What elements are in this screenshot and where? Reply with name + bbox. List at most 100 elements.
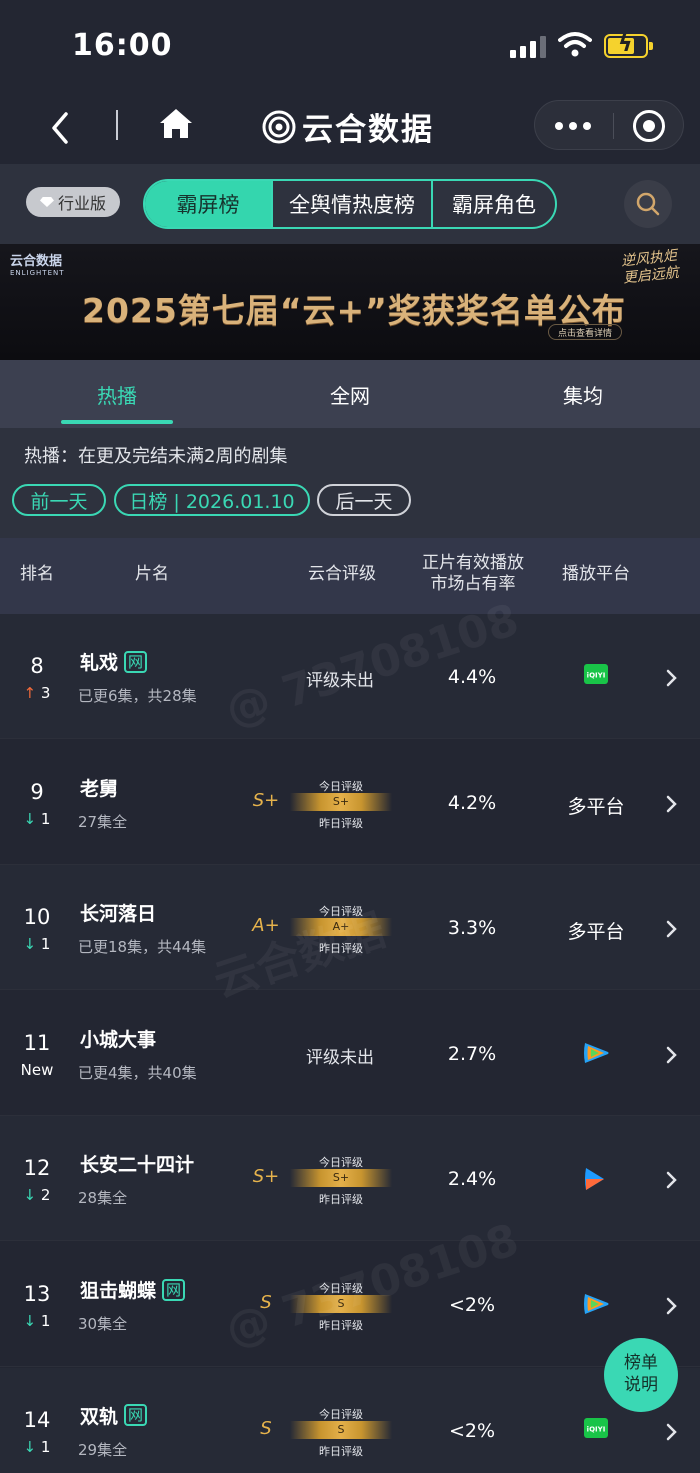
episode-info: 29集全 [78,1440,128,1459]
rating-grade: S+ [252,1166,280,1188]
edition-badge[interactable]: 行业版 [26,187,120,217]
search-button[interactable] [624,180,672,228]
table-row[interactable]: 8 ↑ 3 轧戏网已更6集，共28集 评级未出 4.4% iQIYI [0,614,700,739]
show-title: 狙击蝴蝶 [80,1280,157,1302]
trend-value: 2 [40,1186,51,1205]
battery-icon: ϟ [604,32,653,58]
rank-trend: ↓ 1 [14,810,60,828]
svg-text:iQIYI: iQIYI [587,672,606,680]
rank-number: 9 [30,779,44,804]
close-miniprogram-icon[interactable] [633,110,665,142]
rating-bar-grade: S [337,1297,345,1310]
title-name: 轧戏网 [80,648,148,675]
title-name: 双轨网 [80,1402,148,1429]
table-row[interactable]: 10 ↓ 1 长河落日 已更18集，共44集 A+ 今日评级 A+ 昨日评级 3.3% 多平台 [0,865,700,991]
rank-number: 11 [23,1030,51,1055]
youku-icon [582,1166,608,1196]
tab-hot-airing[interactable]: 热播 [62,380,172,409]
tab-episode-average[interactable]: 集均 [528,380,638,409]
rank-trend: ↓ 1 [14,935,60,953]
fab-line1: 榜单 [624,1353,658,1373]
show-title: 老舅 [80,777,119,800]
mini-program-capsule [534,100,684,150]
rank-trend-new: New [20,1060,54,1079]
trend-value: 1 [40,809,51,828]
banner-cta[interactable]: 点击查看详情 [548,324,622,340]
rating-bar: 今日评级 S+ 昨日评级 [290,776,392,832]
chevron-right-icon[interactable] [664,794,678,814]
rating-grade: S [260,1417,272,1439]
table-row[interactable]: 14 ↓ 1 双轨网 29集全 S 今日评级 S 昨日评级 <2% iQIYI [0,1367,700,1473]
ranking-type-tabs: 霸屏榜 全舆情热度榜 霸屏角色 [143,179,557,229]
banner-logo: 云合数据 ENLIGHTENT [10,250,65,277]
chevron-right-icon[interactable] [664,1170,678,1190]
tab-public-opinion[interactable]: 全舆情热度榜 [271,181,431,227]
table-row[interactable]: 13 ↓ 1 狙击蝴蝶网 30集全 S 今日评级 S 昨日评级 <2% [0,1242,700,1367]
tab-all-network[interactable]: 全网 [295,380,405,409]
search-icon [636,192,660,216]
date-picker-button[interactable]: 日榜 | 2026.01.10 [114,484,310,516]
rank-number: 14 [23,1407,51,1432]
trend-arrow-down-icon: ↓ [23,1312,37,1330]
cellular-signal-icon [510,36,546,58]
trend-arrow-down-icon: ↓ [23,1437,37,1456]
prev-day-button[interactable]: 前一天 [12,484,106,516]
rank-trend: ↓ 1 [14,1312,60,1330]
chevron-right-icon[interactable] [664,919,678,939]
trend-value: 3 [40,684,51,702]
table-header: 排名 片名 云合评级 正片有效播放 市场占有率 播放平台 [0,538,700,614]
table-row[interactable]: 12 ↓ 2 长安二十四计 28集全 S+ 今日评级 S+ 昨日评级 2.4% [0,1116,700,1242]
show-title: 小城大事 [80,1028,157,1051]
table-row[interactable]: 11 New 小城大事 已更4集，共40集 评级未出 2.7% [0,990,700,1116]
web-drama-badge: 网 [162,1278,186,1301]
chevron-right-icon[interactable] [664,668,678,688]
episode-info: 27集全 [78,812,128,831]
banner-logo-sub: ENLIGHTENT [10,269,65,277]
market-share: <2% [448,1294,496,1316]
rating-today-label: 今日评级 [319,1282,363,1295]
status-bar: 16:00 ϟ [0,0,700,92]
market-share: 2.4% [447,1168,497,1191]
market-share: 3.3% [447,917,497,940]
market-share: 4.2% [447,791,497,814]
home-icon[interactable] [158,106,194,142]
iqiyi-icon: iQIYI [584,1417,608,1442]
ranking-explanation-button[interactable]: 榜单 说明 [604,1338,678,1412]
rank-number: 13 [23,1282,51,1306]
rating-yesterday-label: 昨日评级 [319,1193,363,1207]
rank-number: 10 [23,905,51,930]
active-tab-indicator [61,420,173,424]
title-name: 长河落日 [80,899,156,926]
diamond-icon [39,197,54,207]
svg-text:iQIYI: iQIYI [587,1425,606,1433]
rating-yesterday-label: 昨日评级 [319,1319,363,1332]
tab-ba-ping-role[interactable]: 霸屏角色 [431,181,555,227]
rating-today-label: 今日评级 [319,1156,363,1170]
table-row[interactable]: 9 ↓ 1 老舅 27集全 S+ 今日评级 S+ 昨日评级 4.2% 多平台 [0,739,700,865]
ranking-description: 热播：在更及完结未满2周的剧集 [24,446,288,467]
episode-info: 已更6集，共28集 [78,687,197,705]
rank-trend: ↓ 1 [14,1438,60,1456]
yunhe-logo-icon [262,110,296,143]
rating-bar: 今日评级 A+ 昨日评级 [290,901,392,957]
rating-grade: S [260,1292,272,1313]
edition-label: 行业版 [57,194,106,213]
chevron-right-icon[interactable] [664,1296,678,1316]
rating-today-label: 今日评级 [319,1407,363,1421]
rating-bar-fill: S+ [290,1169,392,1188]
episode-info: 已更18集，共44集 [78,938,207,957]
title-name: 小城大事 [80,1025,156,1052]
award-banner[interactable]: 云合数据 ENLIGHTENT 2025第七届“云+”奖获奖名单公布 点击查看详… [0,244,700,360]
rating-bar-fill: A+ [290,918,392,937]
more-icon[interactable] [553,111,593,139]
chevron-right-icon[interactable] [664,1045,678,1065]
market-share: 4.4% [447,666,497,688]
rating-bar: 今日评级 S 昨日评级 [290,1404,392,1460]
tab-ba-ping-bang[interactable]: 霸屏榜 [145,181,271,227]
rating-bar-grade: A+ [332,920,350,934]
rank-trend: ↑ 3 [14,684,60,702]
episode-info: 已更4集，共40集 [78,1063,197,1082]
back-icon[interactable] [46,108,76,148]
next-day-button[interactable]: 后一天 [317,484,411,516]
chevron-right-icon[interactable] [664,1422,678,1442]
